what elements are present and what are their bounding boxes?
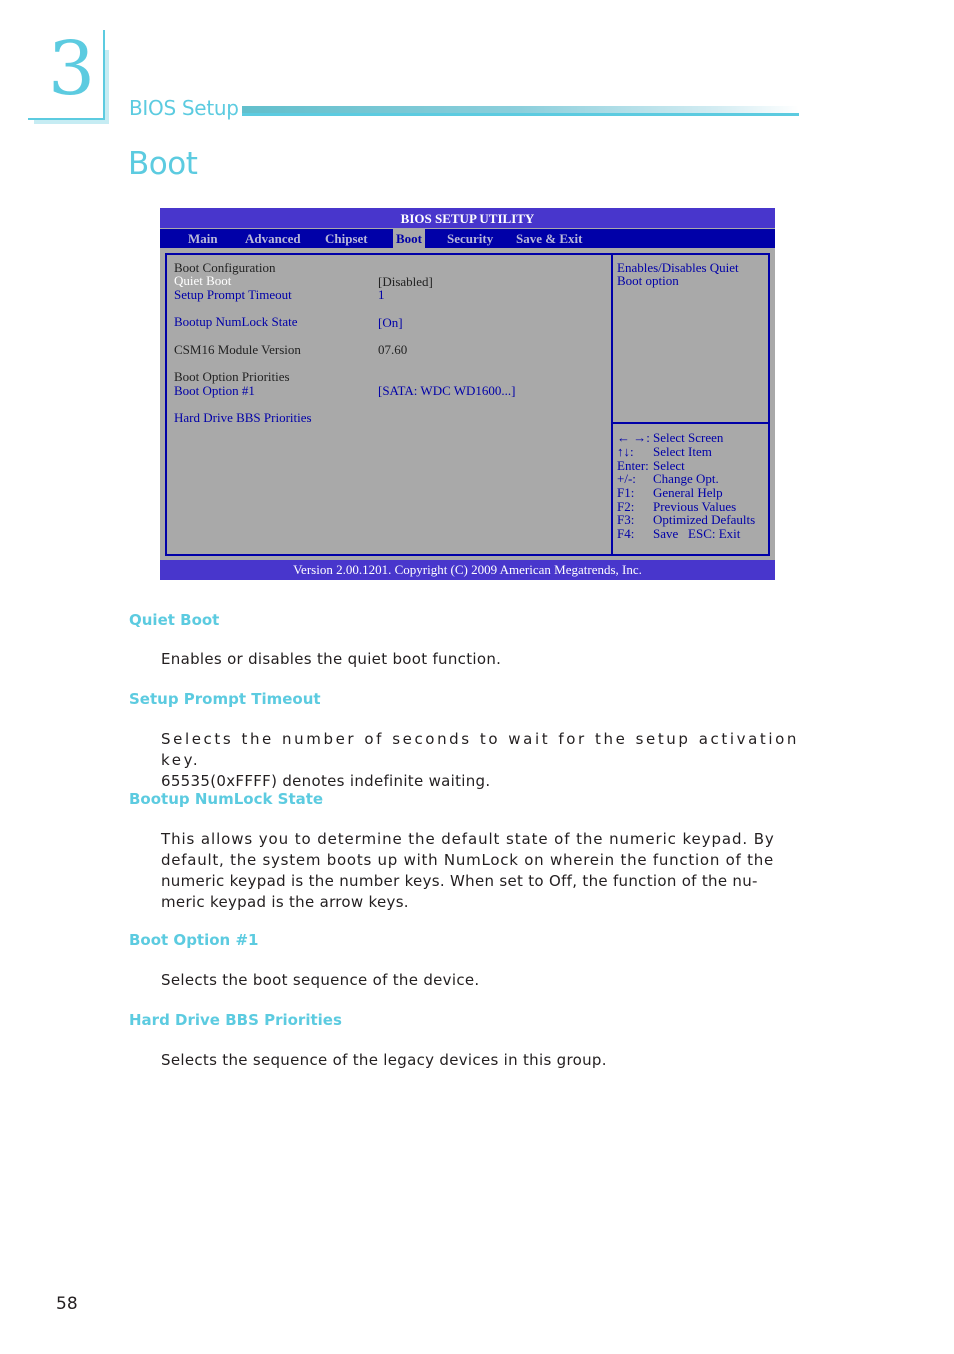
tab-boot[interactable]: Boot bbox=[393, 229, 425, 248]
bootup-numlock-state-value[interactable]: [On] bbox=[378, 316, 403, 330]
key-help-action: Optimized Defaults bbox=[653, 512, 756, 527]
help-divider bbox=[613, 422, 768, 424]
key-help-action: Select Screen bbox=[653, 430, 724, 445]
tab-advanced[interactable]: Advanced bbox=[245, 229, 301, 248]
section-heading-quiet-boot: Quiet Boot bbox=[129, 611, 220, 629]
section-heading-setup-prompt-timeout: Setup Prompt Timeout bbox=[129, 690, 321, 708]
bootup-numlock-state-option[interactable]: Bootup NumLock State bbox=[174, 315, 298, 329]
hard-drive-bbs-priorities-option[interactable]: Hard Drive BBS Priorities bbox=[174, 411, 312, 425]
key-help-key: F4: bbox=[617, 526, 635, 541]
boot-option-priorities-heading: Boot Option Priorities bbox=[174, 369, 290, 384]
bios-content-frame: Boot Configuration Quiet Boot [Disabled]… bbox=[165, 253, 770, 556]
tab-chipset[interactable]: Chipset bbox=[325, 229, 368, 248]
section-heading-bootup-numlock-state: Bootup NumLock State bbox=[129, 790, 324, 808]
section-body-setup-prompt-timeout: Selects the number of seconds to wait fo… bbox=[161, 729, 799, 792]
csm16-module-version-label: CSM16 Module Version bbox=[174, 342, 301, 357]
key-help-key: ↑↓: bbox=[617, 444, 634, 459]
section-body-quiet-boot: Enables or disables the quiet boot funct… bbox=[161, 650, 502, 668]
chapter-number: 3 bbox=[48, 26, 96, 112]
header-rule bbox=[242, 106, 799, 116]
section-heading-hard-drive-bbs-priorities: Hard Drive BBS Priorities bbox=[129, 1011, 342, 1029]
body-line: Selects the number of seconds to wait fo… bbox=[161, 730, 799, 769]
quiet-boot-option[interactable]: Quiet Boot bbox=[174, 274, 231, 288]
bios-title: BIOS SETUP UTILITY bbox=[160, 208, 775, 228]
key-help-key: F1: bbox=[617, 485, 635, 500]
section-body-boot-option-1: Selects the boot sequence of the device. bbox=[161, 971, 480, 989]
setup-prompt-timeout-option[interactable]: Setup Prompt Timeout bbox=[174, 288, 292, 302]
key-help-action: Change Opt. bbox=[653, 471, 719, 486]
bios-tab-bar: Main Advanced Chipset Boot Security Save… bbox=[160, 229, 775, 248]
tab-save-exit[interactable]: Save & Exit bbox=[516, 229, 582, 248]
body-line: 65535(0xFFFF) denotes indefinite waiting… bbox=[161, 772, 491, 790]
section-body-hard-drive-bbs-priorities: Selects the sequence of the legacy devic… bbox=[161, 1051, 607, 1069]
body-line: default, the system boots up with NumLoc… bbox=[161, 851, 774, 869]
tab-main[interactable]: Main bbox=[188, 229, 218, 248]
key-help-action: General Help bbox=[653, 485, 723, 500]
csm16-module-version-value: 07.60 bbox=[378, 342, 408, 357]
bios-screenshot: BIOS SETUP UTILITY Main Advanced Chipset… bbox=[160, 208, 775, 580]
key-help-action: Select Item bbox=[653, 444, 712, 459]
section-heading-boot-option-1: Boot Option #1 bbox=[129, 931, 259, 949]
body-line: meric keypad is the arrow keys. bbox=[161, 893, 409, 911]
section-label: BIOS Setup bbox=[129, 96, 239, 120]
help-text-line: Boot option bbox=[617, 273, 679, 288]
key-help-key: +/-: bbox=[617, 471, 636, 486]
quiet-boot-value[interactable]: [Disabled] bbox=[378, 275, 433, 289]
section-body-bootup-numlock-state: This allows you to determine the default… bbox=[161, 829, 775, 913]
tab-security[interactable]: Security bbox=[447, 229, 493, 248]
page-title: Boot bbox=[128, 146, 198, 182]
body-line: numeric keypad is the number keys. When … bbox=[161, 872, 758, 890]
panel-divider bbox=[611, 255, 613, 554]
setup-prompt-timeout-value[interactable]: 1 bbox=[378, 288, 385, 302]
key-help-action: Save ESC: Exit bbox=[653, 526, 741, 541]
boot-option-1-value[interactable]: [SATA: WDC WD1600...] bbox=[378, 384, 516, 398]
key-help-key: F3: bbox=[617, 512, 635, 527]
body-line: This allows you to determine the default… bbox=[161, 830, 775, 848]
key-help-key: ← →: bbox=[617, 430, 650, 445]
page-number: 58 bbox=[56, 1294, 78, 1314]
boot-option-1-option[interactable]: Boot Option #1 bbox=[174, 384, 255, 398]
bios-footer: Version 2.00.1201. Copyright (C) 2009 Am… bbox=[160, 560, 775, 580]
